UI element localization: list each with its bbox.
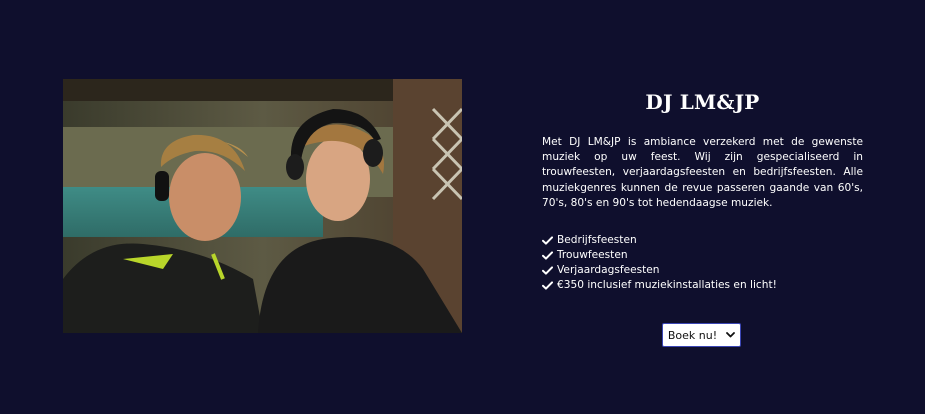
feature-label: Bedrijfsfeesten	[557, 234, 637, 247]
feature-item: €350 inclusief muziekinstallaties en lic…	[542, 278, 863, 293]
feature-item: Trouwfeesten	[542, 248, 863, 263]
feature-label: Verjaardagsfeesten	[557, 264, 660, 277]
book-now-label: Boek nu!	[667, 328, 718, 342]
feature-item: Bedrijfsfeesten	[542, 233, 863, 248]
check-icon	[542, 233, 553, 248]
content-column: DJ LM&JP Met DJ LM&JP is ambiance verzek…	[542, 90, 863, 293]
feature-list: Bedrijfsfeesten Trouwfeesten Verjaardags…	[542, 233, 863, 293]
dj-photo	[63, 79, 462, 333]
feature-label: €350 inclusief muziekinstallaties en lic…	[557, 279, 777, 292]
check-icon	[542, 263, 553, 278]
feature-label: Trouwfeesten	[557, 249, 628, 262]
feature-item: Verjaardagsfeesten	[542, 263, 863, 278]
section-description: Met DJ LM&JP is ambiance verzekerd met d…	[542, 136, 863, 209]
check-icon	[542, 248, 553, 263]
book-now-button[interactable]: Boek nu!	[662, 323, 741, 347]
check-icon	[542, 278, 553, 293]
chevron-down-icon	[726, 332, 736, 338]
section-title: DJ LM&JP	[645, 90, 760, 114]
